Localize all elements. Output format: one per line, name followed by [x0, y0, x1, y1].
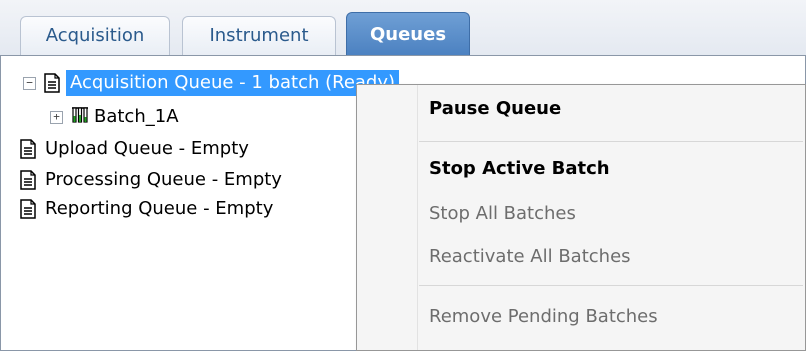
collapse-icon[interactable]: − [23, 77, 36, 90]
menu-separator [419, 141, 803, 142]
tree-label-processing-queue[interactable]: Processing Queue - Empty [45, 166, 282, 194]
menu-item-remove-pending-batches[interactable]: Remove Pending Batches [429, 305, 658, 329]
tree-label-batch[interactable]: Batch_1A [94, 103, 179, 131]
document-icon [20, 199, 36, 219]
context-menu: Pause Queue Stop Active Batch Stop All B… [356, 84, 806, 351]
tab-queues[interactable]: Queues [346, 12, 470, 57]
menu-item-pause-queue[interactable]: Pause Queue [429, 97, 561, 121]
tab-strip: Acquisition Instrument Queues [0, 0, 806, 57]
menu-separator [419, 285, 803, 286]
expand-icon[interactable]: + [50, 111, 63, 124]
document-icon [20, 170, 36, 190]
tree-label-reporting-queue[interactable]: Reporting Queue - Empty [45, 195, 273, 223]
menu-item-stop-active-batch[interactable]: Stop Active Batch [429, 157, 610, 181]
tree-label-upload-queue[interactable]: Upload Queue - Empty [45, 135, 249, 163]
tree-label-acquisition-queue[interactable]: Acquisition Queue - 1 batch (Ready) [66, 70, 400, 96]
test-tubes-icon [72, 107, 88, 123]
menu-item-reactivate-all-batches[interactable]: Reactivate All Batches [429, 245, 631, 269]
document-icon [20, 139, 36, 159]
tab-acquisition[interactable]: Acquisition [20, 16, 170, 55]
menu-item-stop-all-batches[interactable]: Stop All Batches [429, 202, 576, 226]
tab-instrument[interactable]: Instrument [182, 16, 336, 55]
document-icon [44, 73, 60, 93]
menu-gutter [417, 85, 418, 350]
